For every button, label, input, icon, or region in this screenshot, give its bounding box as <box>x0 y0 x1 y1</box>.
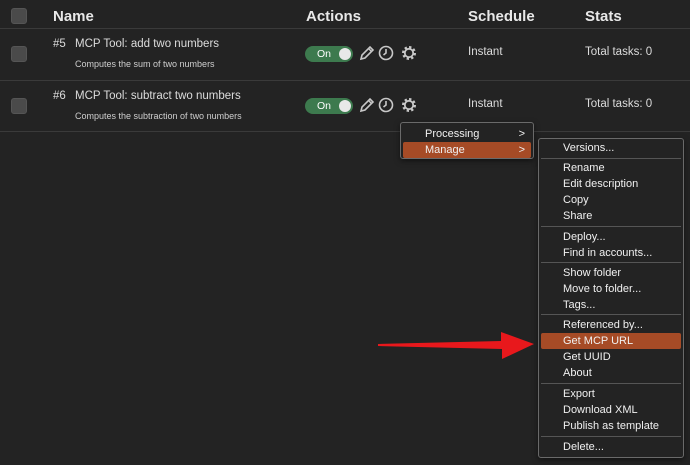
workflow-list-page: Name Actions Schedule Stats #5 MCP Tool:… <box>0 0 690 465</box>
actions-column-header: Actions <box>306 8 362 25</box>
chevron-right-icon: > <box>518 128 525 140</box>
menu-item-versions[interactable]: Versions... <box>541 140 681 156</box>
menu-item-deploy[interactable]: Deploy... <box>541 229 681 245</box>
globe-icon <box>339 48 351 60</box>
row-description: Computes the sum of two numbers <box>75 59 215 69</box>
table-row[interactable]: #6 MCP Tool: subtract two numbers Comput… <box>0 80 690 132</box>
row-title[interactable]: MCP Tool: add two numbers <box>75 38 219 50</box>
menu-divider <box>541 436 681 437</box>
row-checkbox[interactable] <box>11 98 27 114</box>
row-schedule: Instant <box>468 98 503 110</box>
menu-item-find-in-accounts[interactable]: Find in accounts... <box>541 245 681 261</box>
gear-icon[interactable] <box>400 96 418 114</box>
schedule-column-header[interactable]: Schedule <box>468 8 535 25</box>
menu-item-processing[interactable]: Processing > <box>403 126 531 142</box>
context-menu: Processing > Manage > <box>400 122 534 159</box>
menu-item-share[interactable]: Share <box>541 208 681 224</box>
row-number: #5 <box>53 38 66 50</box>
enable-toggle[interactable]: On <box>305 98 353 114</box>
select-all-checkbox[interactable] <box>11 8 27 24</box>
row-schedule: Instant <box>468 46 503 58</box>
name-column-header[interactable]: Name <box>53 8 94 25</box>
menu-item-show-folder[interactable]: Show folder <box>541 265 681 281</box>
row-stats: Total tasks: 0 <box>585 98 653 110</box>
row-title[interactable]: MCP Tool: subtract two numbers <box>75 90 241 102</box>
toggle-label: On <box>317 100 332 112</box>
menu-item-download-xml[interactable]: Download XML <box>541 402 681 418</box>
menu-divider <box>541 226 681 227</box>
menu-divider <box>541 314 681 315</box>
manage-submenu: Versions... Rename Edit description Copy… <box>538 138 684 458</box>
annotation-arrow <box>378 332 534 359</box>
table-header: Name Actions Schedule Stats <box>0 0 690 30</box>
menu-item-tags[interactable]: Tags... <box>541 297 681 313</box>
menu-item-label: Processing <box>425 128 480 140</box>
pencil-icon[interactable] <box>358 44 376 62</box>
menu-item-label: Manage <box>425 144 465 156</box>
row-number: #6 <box>53 90 66 102</box>
menu-item-copy[interactable]: Copy <box>541 192 681 208</box>
menu-item-get-uuid[interactable]: Get UUID <box>541 349 681 365</box>
table-row[interactable]: #5 MCP Tool: add two numbers Computes th… <box>0 28 690 80</box>
menu-item-export[interactable]: Export <box>541 386 681 402</box>
pencil-icon[interactable] <box>358 96 376 114</box>
row-checkbox[interactable] <box>11 46 27 62</box>
menu-item-delete[interactable]: Delete... <box>541 439 681 455</box>
menu-divider <box>541 383 681 384</box>
clock-history-icon[interactable] <box>377 96 395 114</box>
toggle-label: On <box>317 48 332 60</box>
menu-item-edit-description[interactable]: Edit description <box>541 176 681 192</box>
menu-item-rename[interactable]: Rename <box>541 160 681 176</box>
clock-history-icon[interactable] <box>377 44 395 62</box>
row-stats: Total tasks: 0 <box>585 46 653 58</box>
menu-item-manage[interactable]: Manage > <box>403 142 531 158</box>
menu-item-about[interactable]: About <box>541 365 681 381</box>
gear-icon[interactable] <box>400 44 418 62</box>
enable-toggle[interactable]: On <box>305 46 353 62</box>
stats-column-header: Stats <box>585 8 622 25</box>
chevron-right-icon: > <box>518 144 525 156</box>
menu-item-get-mcp-url[interactable]: Get MCP URL <box>541 333 681 349</box>
menu-divider <box>541 158 681 159</box>
menu-item-publish-as-template[interactable]: Publish as template <box>541 418 681 434</box>
menu-item-move-to-folder[interactable]: Move to folder... <box>541 281 681 297</box>
globe-icon <box>339 100 351 112</box>
row-description: Computes the subtraction of two numbers <box>75 111 242 121</box>
menu-item-referenced-by[interactable]: Referenced by... <box>541 317 681 333</box>
menu-divider <box>541 262 681 263</box>
